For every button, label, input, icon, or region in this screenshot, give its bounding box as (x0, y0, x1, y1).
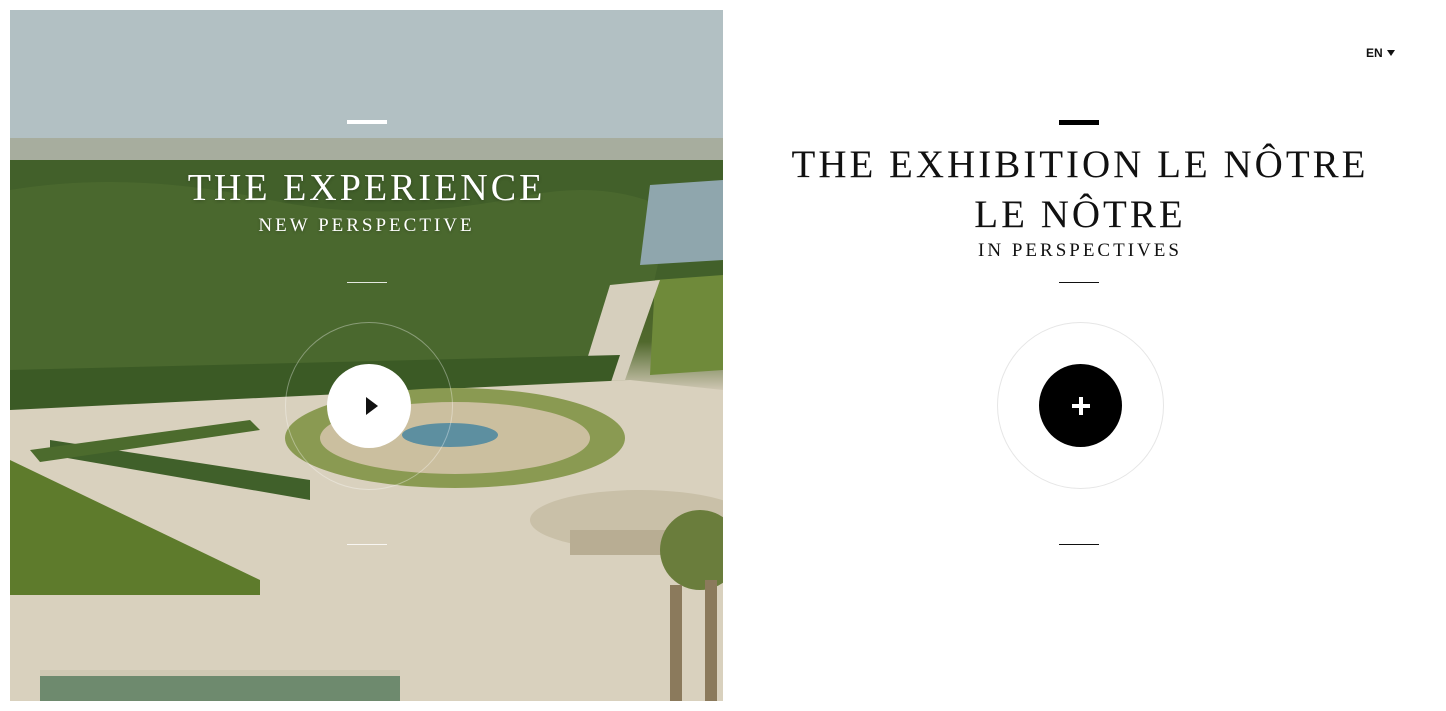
caret-down-icon (1386, 50, 1395, 56)
exhibition-bottom-divider (1059, 544, 1099, 545)
play-icon (365, 397, 378, 415)
experience-subtitle: NEW PERSPECTIVE (258, 215, 475, 236)
experience-panel[interactable]: THE EXPERIENCE NEW PERSPECTIVE (10, 10, 723, 701)
hero-divider (347, 282, 387, 283)
exhibition-title-line2: LE NÔTRE (974, 193, 1186, 236)
language-selector[interactable]: EN (1366, 46, 1395, 60)
exhibition-title-line1: THE EXHIBITION LE NÔTRE (791, 143, 1369, 186)
hero-bottom-divider (347, 544, 387, 545)
exhibition-top-dash (1059, 120, 1099, 125)
exhibition-divider (1059, 282, 1099, 283)
exhibition-subtitle: IN PERSPECTIVES (978, 240, 1182, 261)
plus-icon (1071, 396, 1090, 415)
experience-title: THE EXPERIENCE (187, 167, 546, 209)
hero-top-dash (347, 120, 387, 124)
play-button[interactable] (327, 364, 411, 448)
open-exhibition-button[interactable] (1039, 364, 1122, 447)
exhibition-title: THE EXHIBITION LE NÔTRE LE NÔTRE (730, 140, 1430, 240)
language-label: EN (1366, 46, 1383, 60)
